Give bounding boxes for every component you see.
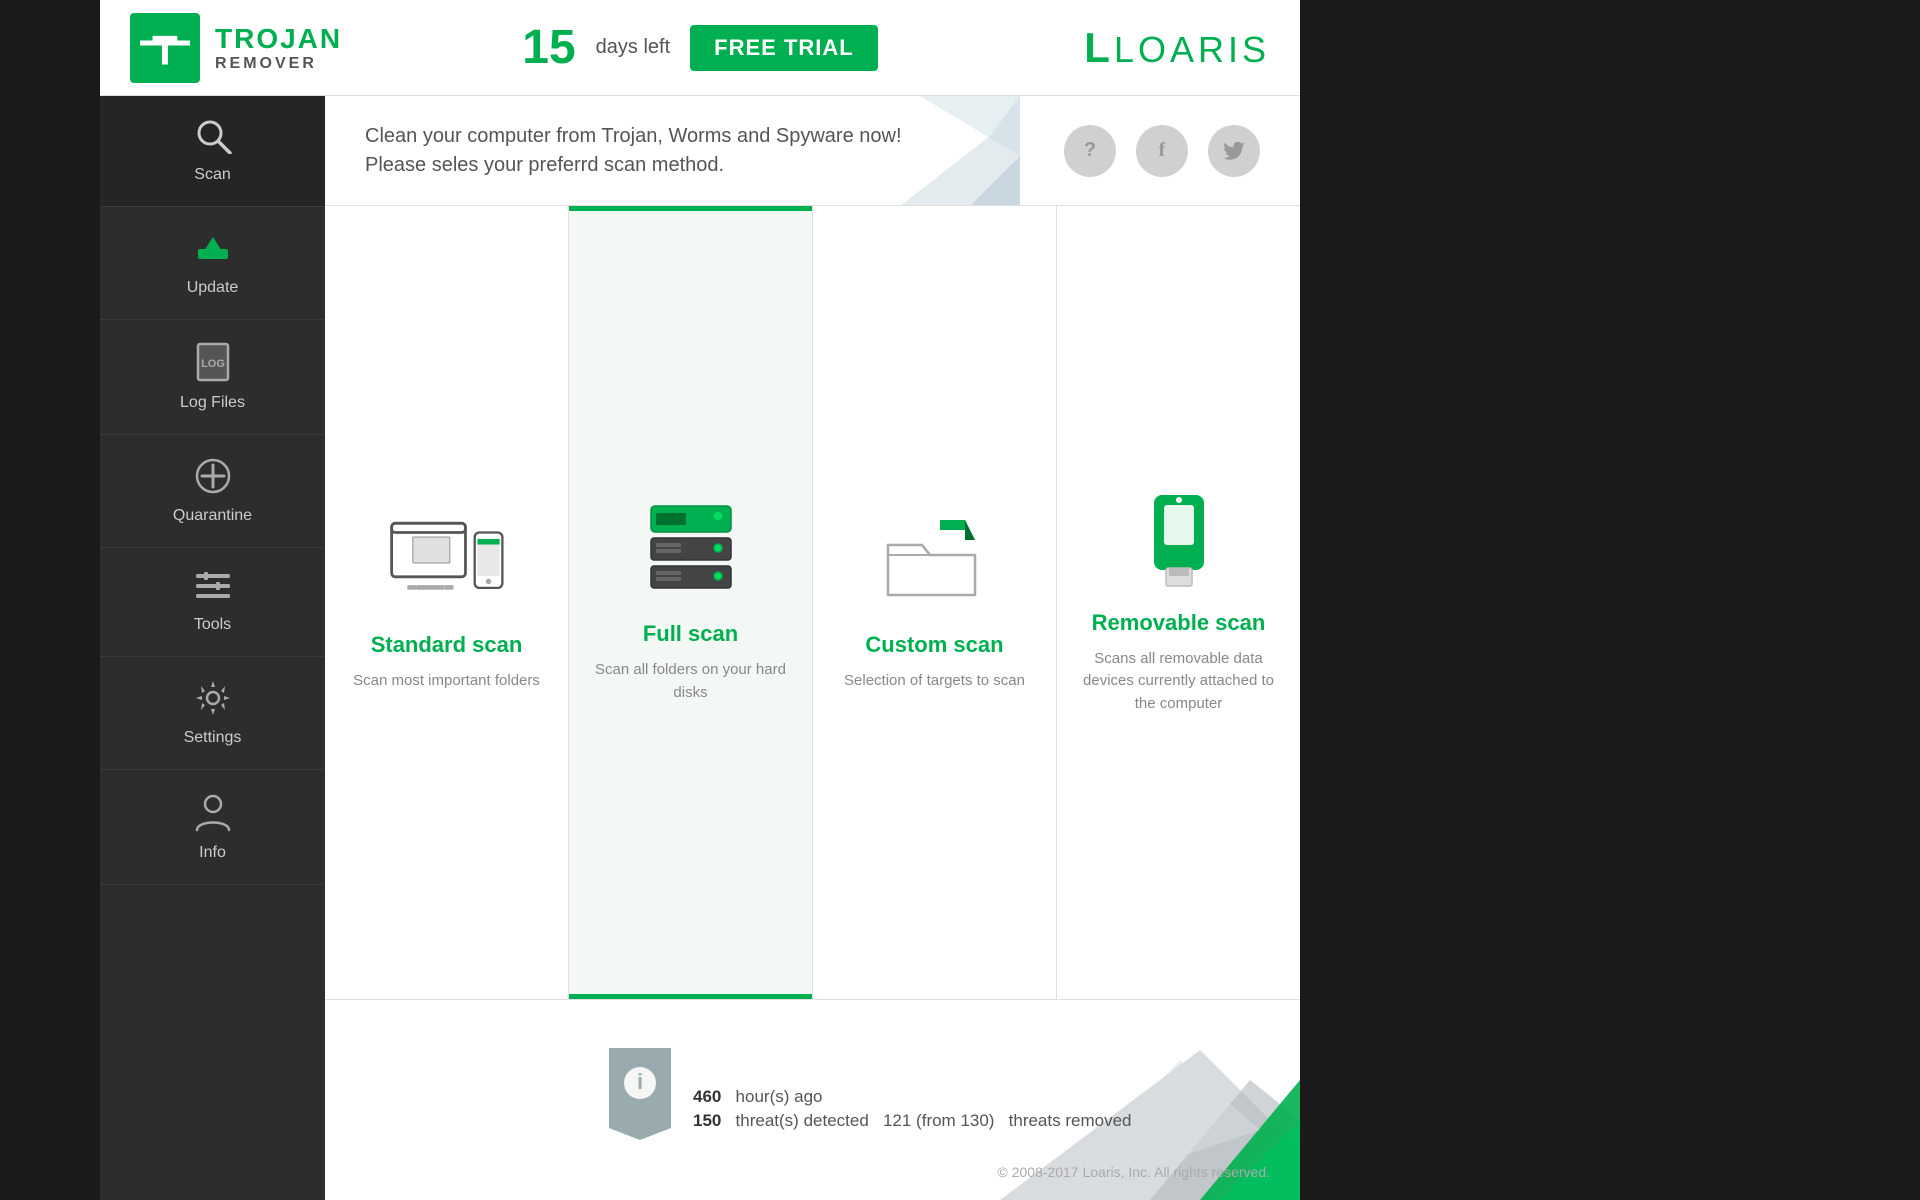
days-left-label: days left (596, 36, 670, 59)
free-trial-badge[interactable]: FREE TRIAL (690, 25, 878, 71)
app-header: T TROJAN REMOVER 15 days left FREE TRIAL… (100, 0, 1300, 96)
banner: Clean your computer from Trojan, Worms a… (325, 96, 1300, 206)
sidebar-item-update-label: Update (187, 279, 239, 297)
logo-area: T TROJAN REMOVER (130, 13, 510, 83)
sidebar: Scan Update LOG (100, 96, 325, 1200)
custom-scan-title: Custom scan (865, 632, 1003, 658)
info-person-icon (195, 792, 231, 838)
scan-cards-row: Standard scan Scan most important folder… (325, 206, 1300, 1000)
sidebar-item-info-label: Info (199, 844, 226, 862)
scan-stats: 460 hour(s) ago 150 threat(s) detected 1… (693, 1087, 1131, 1135)
facebook-icon-btn[interactable]: f (1136, 125, 1188, 177)
logo-remover: REMOVER (215, 55, 342, 73)
removable-scan-title: Removable scan (1092, 610, 1266, 636)
sidebar-item-log-label: Log Files (180, 394, 245, 412)
stat-line-1: 460 hour(s) ago (693, 1087, 1131, 1107)
custom-scan-desc: Selection of targets to scan (844, 670, 1025, 693)
banner-line2: Please seles your preferrd scan method. (365, 154, 1064, 177)
sidebar-item-quarantine[interactable]: Quarantine (100, 435, 325, 548)
stat1-num: 460 (693, 1087, 721, 1106)
body-layout: Scan Update LOG (100, 96, 1300, 1200)
sidebar-item-tools-label: Tools (194, 616, 231, 634)
scan-options-area: Standard scan Scan most important folder… (325, 206, 1300, 1200)
scan-icon (193, 118, 233, 160)
settings-icon (194, 679, 232, 723)
banner-text: Clean your computer from Trojan, Worms a… (365, 125, 1064, 177)
header-center: 15 days left FREE TRIAL (510, 20, 890, 75)
sidebar-item-update[interactable]: Update (100, 207, 325, 320)
full-scan-title: Full scan (643, 621, 738, 647)
app-logo-icon: T (130, 13, 200, 83)
info-badge: i (605, 1048, 675, 1145)
help-icon-btn[interactable]: ? (1064, 125, 1116, 177)
full-scan-icon (631, 501, 751, 601)
stat2-label: threat(s) detected (736, 1111, 869, 1130)
twitter-icon-btn[interactable] (1208, 125, 1260, 177)
removable-scan-card[interactable]: Removable scan Scans all removable data … (1057, 206, 1300, 999)
sidebar-item-log-files[interactable]: LOG Log Files (100, 320, 325, 435)
bottom-section: i 460 hour(s) ago 150 thre (325, 1000, 1300, 1200)
stat2-end: threats removed (1009, 1111, 1132, 1130)
sidebar-item-settings[interactable]: Settings (100, 657, 325, 770)
logo-trojan: TROJAN (215, 23, 342, 55)
quarantine-icon (194, 457, 232, 501)
custom-scan-card[interactable]: Custom scan Selection of targets to scan (813, 206, 1057, 999)
standard-scan-title: Standard scan (371, 632, 523, 658)
svg-text:T: T (152, 26, 178, 73)
banner-line1: Clean your computer from Trojan, Worms a… (365, 125, 1064, 148)
sidebar-item-settings-label: Settings (184, 729, 242, 747)
svg-text:LOG: LOG (201, 358, 225, 370)
stat2-num: 150 (693, 1111, 721, 1130)
header-right: LLOARIS (890, 24, 1270, 72)
stat1-label: hour(s) ago (736, 1087, 823, 1106)
sidebar-item-info[interactable]: Info (100, 770, 325, 885)
sidebar-item-scan[interactable]: Scan (100, 96, 325, 207)
update-icon (194, 229, 232, 273)
stat-line-2: 150 threat(s) detected 121 (from 130) th… (693, 1111, 1131, 1131)
loaris-logo: LLOARIS (1084, 24, 1270, 72)
svg-text:i: i (637, 1069, 643, 1094)
log-files-icon: LOG (196, 342, 230, 388)
standard-scan-desc: Scan most important folders (353, 670, 540, 693)
removable-scan-icon (1119, 490, 1239, 590)
standard-scan-card[interactable]: Standard scan Scan most important folder… (325, 206, 569, 999)
banner-social-icons: ? f (1064, 125, 1260, 177)
sidebar-item-scan-label: Scan (194, 166, 230, 184)
full-scan-desc: Scan all folders on your hard disks (589, 659, 792, 704)
tools-icon (194, 570, 232, 610)
twitter-bird-icon (1223, 142, 1245, 160)
copyright-text: © 2008-2017 Loaris, Inc. All rights rese… (997, 1164, 1270, 1180)
logo-text: TROJAN REMOVER (215, 23, 342, 73)
main-content: Clean your computer from Trojan, Worms a… (325, 96, 1300, 1200)
sidebar-item-quarantine-label: Quarantine (173, 507, 252, 525)
sidebar-item-tools[interactable]: Tools (100, 548, 325, 657)
days-count: 15 (522, 20, 575, 75)
stat2-mid: 121 (from 130) (883, 1111, 995, 1130)
full-scan-card[interactable]: Full scan Scan all folders on your hard … (569, 206, 813, 999)
standard-scan-icon (387, 512, 507, 612)
custom-scan-icon (875, 512, 995, 612)
removable-scan-desc: Scans all removable data devices current… (1077, 648, 1280, 716)
